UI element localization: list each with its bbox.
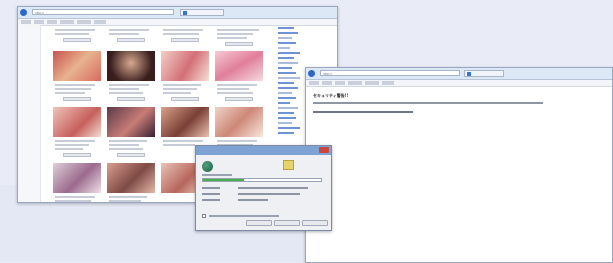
menu-item[interactable] <box>60 20 74 24</box>
close-on-complete-checkbox[interactable] <box>202 214 206 218</box>
product-button[interactable] <box>225 97 253 101</box>
product-button[interactable] <box>171 97 199 101</box>
product-thumbnail[interactable] <box>53 163 101 193</box>
close-button[interactable] <box>319 147 329 153</box>
checkbox-label-line <box>209 215 279 217</box>
favicon-icon <box>467 72 471 76</box>
sidebar-link[interactable] <box>278 97 296 99</box>
favicon-icon <box>183 11 187 15</box>
sidebar-link[interactable] <box>278 37 292 39</box>
product-button[interactable] <box>63 97 91 101</box>
product-button[interactable] <box>171 38 199 42</box>
sidebar-link[interactable] <box>278 112 294 114</box>
sidebar-link[interactable] <box>278 92 292 94</box>
product-thumbnail[interactable] <box>53 51 101 81</box>
menu-item[interactable] <box>348 81 362 85</box>
product-button[interactable] <box>63 153 91 157</box>
menu-item[interactable] <box>322 81 332 85</box>
title-bar: http:// <box>306 68 612 80</box>
download-dialog <box>195 145 332 231</box>
warning-link-line[interactable] <box>313 111 413 113</box>
sidebar-link[interactable] <box>278 62 298 64</box>
browser-tab[interactable] <box>180 9 224 16</box>
sidebar-link[interactable] <box>278 132 294 134</box>
back-icon[interactable] <box>20 9 27 16</box>
globe-icon <box>202 161 213 172</box>
progress-fill <box>203 179 245 181</box>
product-thumbnail[interactable] <box>53 107 101 137</box>
dialog-text-line <box>202 174 232 176</box>
warning-heading: セキュリティ警告!! <box>313 93 349 98</box>
sidebar-link[interactable] <box>278 127 300 129</box>
product-thumbnail[interactable] <box>161 51 209 81</box>
cancel-button[interactable] <box>302 220 328 226</box>
product-thumbnail[interactable] <box>107 163 155 193</box>
browser-tab[interactable] <box>464 70 504 77</box>
warning-text-line <box>313 102 543 104</box>
product-button[interactable] <box>117 97 145 101</box>
product-thumbnail[interactable] <box>161 107 209 137</box>
product-button[interactable] <box>117 153 145 157</box>
title-bar: http:// <box>18 7 337 19</box>
info-row <box>202 198 327 202</box>
menu-item[interactable] <box>77 20 91 24</box>
menu-item[interactable] <box>94 20 106 24</box>
sidebar-link[interactable] <box>278 67 292 69</box>
menu-item[interactable] <box>21 20 31 24</box>
browser-window-warning: http:// セキュリティ警告!! <box>305 67 613 263</box>
sidebar-link[interactable] <box>278 77 300 79</box>
sidebar-link[interactable] <box>278 117 296 119</box>
product-button[interactable] <box>225 42 253 46</box>
menu-item[interactable] <box>365 81 379 85</box>
product-button[interactable] <box>117 38 145 42</box>
open-folder-button[interactable] <box>274 220 300 226</box>
menu-item[interactable] <box>335 81 345 85</box>
product-thumbnail[interactable] <box>107 107 155 137</box>
left-margin <box>18 25 41 202</box>
menu-item[interactable] <box>309 81 319 85</box>
menu-item[interactable] <box>47 20 57 24</box>
sidebar-link[interactable] <box>278 47 290 49</box>
menu-item[interactable] <box>34 20 44 24</box>
sidebar-link[interactable] <box>278 72 296 74</box>
product-thumbnail[interactable] <box>107 51 155 81</box>
download-progress-bar <box>202 178 322 182</box>
dialog-title <box>199 148 269 152</box>
sidebar-link[interactable] <box>278 102 290 104</box>
address-bar[interactable]: http:// <box>32 9 174 15</box>
sidebar-link[interactable] <box>278 27 294 29</box>
back-icon[interactable] <box>308 70 315 77</box>
info-row <box>202 186 327 190</box>
open-button[interactable] <box>246 220 272 226</box>
product-button[interactable] <box>63 38 91 42</box>
sidebar-link[interactable] <box>278 82 294 84</box>
dialog-title-bar <box>196 146 331 155</box>
product-thumbnail[interactable] <box>215 107 263 137</box>
sidebar-link[interactable] <box>278 122 292 124</box>
sidebar-link[interactable] <box>278 87 298 89</box>
sidebar-link[interactable] <box>278 57 294 59</box>
sidebar-link[interactable] <box>278 42 296 44</box>
info-row <box>202 192 327 196</box>
menu-bar <box>18 19 337 26</box>
address-bar[interactable]: http:// <box>320 70 460 76</box>
product-thumbnail[interactable] <box>215 51 263 81</box>
folder-icon <box>283 160 294 170</box>
menu-item[interactable] <box>382 81 394 85</box>
sidebar-link[interactable] <box>278 52 300 54</box>
menu-bar <box>306 80 612 87</box>
sidebar-link[interactable] <box>278 107 298 109</box>
sidebar-link[interactable] <box>278 32 298 34</box>
